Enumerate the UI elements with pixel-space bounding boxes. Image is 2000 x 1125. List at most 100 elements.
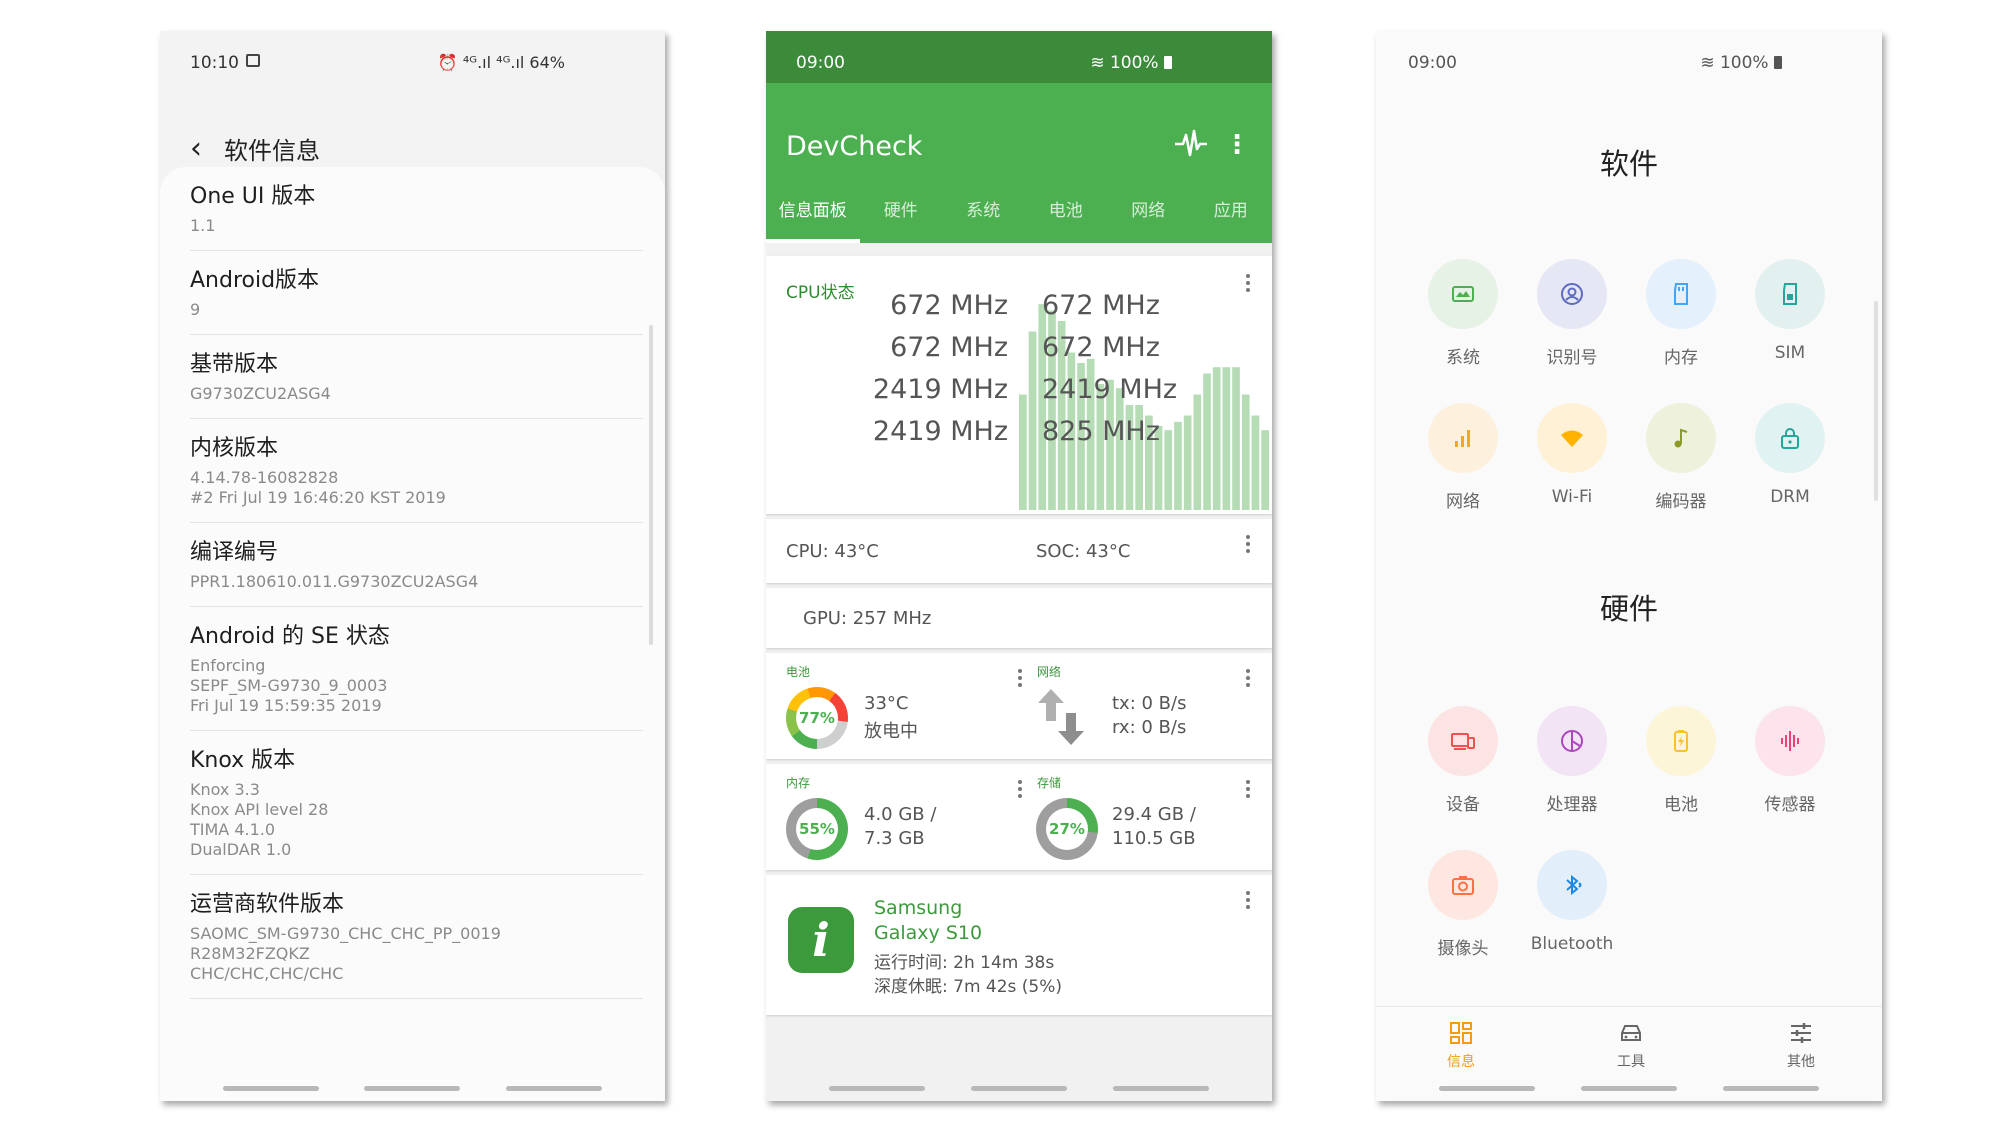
card-menu-icon[interactable] [1246, 780, 1250, 801]
category-system[interactable]: 系统 [1408, 259, 1518, 368]
tab-0[interactable]: 信息面板 [766, 181, 860, 243]
memory-storage-card: 内存 55% 4.0 GB / 7.3 GB 存储 27% 29.4 GB / … [766, 764, 1272, 870]
category-sim[interactable]: SIM [1735, 259, 1845, 363]
category-label: 网络 [1446, 492, 1480, 512]
network-tx: tx: 0 B/s [1112, 693, 1187, 714]
status-time: 09:00 [1408, 53, 1457, 73]
storage-total: 110.5 GB [1112, 828, 1196, 849]
category-bluetooth[interactable]: Bluetooth [1517, 850, 1627, 954]
scrollbar[interactable] [1874, 301, 1878, 501]
card-menu-icon[interactable] [1246, 274, 1250, 295]
cpu-core-freq: 2419 MHz [872, 416, 1008, 447]
network-label: 网络 [1037, 665, 1062, 679]
gesture-pill [222, 1086, 319, 1091]
info-item-title: 运营商软件版本 [190, 892, 345, 917]
category-network[interactable]: 网络 [1408, 403, 1518, 512]
phone-software-info: 10:10 ⏰ ⁴ᴳ.ıl ⁴ᴳ.ıl 64% ‹ 软件信息 One UI 版本… [160, 31, 665, 1101]
category-sensor[interactable]: 传感器 [1735, 706, 1845, 815]
system-icon [1428, 259, 1498, 329]
gesture-bar [1376, 1086, 1882, 1091]
bottom-nav-label: 工具 [1617, 1054, 1645, 1070]
category-processor[interactable]: 处理器 [1517, 706, 1627, 815]
battery-icon [1646, 706, 1716, 776]
memory-used: 4.0 GB / [864, 804, 937, 825]
back-arrow-icon[interactable]: ‹ [190, 133, 202, 163]
category-id[interactable]: 识别号 [1517, 259, 1627, 368]
device-card[interactable]: i Samsung Galaxy S10 运行时间: 2h 14m 38s 深度… [766, 875, 1272, 1015]
status-indicators: ⏰ ⁴ᴳ.ıl ⁴ᴳ.ıl 64% [437, 53, 565, 72]
sim-icon [1755, 259, 1825, 329]
cpu-bar [1183, 415, 1192, 510]
card-menu-icon[interactable] [1246, 891, 1250, 912]
info-list-card: One UI 版本 1.1 Android版本 9 基带版本 G9730ZCU2ASG4 内… [160, 167, 665, 1101]
app-bar: DevCheck ⋮ 信息面板 硬件 系统 电池 网络 应用 [766, 83, 1272, 243]
info-list-item[interactable]: 编译编号 PPR1.180610.011.G9730ZCU2ASG4 [190, 523, 643, 607]
cpu-bar [1203, 373, 1211, 510]
category-wifi[interactable]: Wi-Fi [1517, 403, 1627, 507]
software-section-title: 软件 [1599, 147, 1658, 181]
info-item-title: 基带版本 [190, 352, 279, 377]
cpu-bar [1232, 367, 1240, 510]
bottom-nav-dashboard[interactable]: 信息 [1421, 1019, 1501, 1071]
gesture-pill [971, 1086, 1067, 1091]
cpu-core-freq: 2419 MHz [1042, 374, 1178, 405]
info-list-item[interactable]: Knox 版本 Knox 3.3 Knox API level 28 TIMA 4… [190, 731, 643, 875]
tab-2[interactable]: 系统 [942, 181, 1025, 243]
card-menu-icon[interactable] [1018, 780, 1022, 801]
network-rx: rx: 0 B/s [1112, 717, 1187, 738]
info-list-item[interactable]: One UI 版本 1.1 [190, 167, 643, 251]
cpu-core-freq: 825 MHz [1042, 416, 1160, 447]
tab-4[interactable]: 网络 [1107, 181, 1190, 243]
status-bar: 10:10 ⏰ ⁴ᴳ.ıl ⁴ᴳ.ıl 64% [190, 53, 565, 73]
category-label: 内存 [1664, 348, 1698, 368]
tab-3[interactable]: 电池 [1025, 181, 1108, 243]
info-list-item[interactable]: Android版本 9 [190, 251, 643, 335]
temperature-card[interactable]: CPU: 43°C SOC: 43°C [766, 519, 1272, 583]
category-label: 设备 [1446, 795, 1480, 815]
category-battery[interactable]: 电池 [1626, 706, 1736, 815]
info-icon: i [788, 907, 854, 973]
category-device[interactable]: 设备 [1408, 706, 1518, 815]
gpu-frequency: GPU: 257 MHz [803, 608, 932, 629]
battery-percent: 100% [1719, 53, 1769, 73]
gallery-icon [246, 54, 260, 67]
sensor-icon [1755, 706, 1825, 776]
category-camera[interactable]: 摄像头 [1408, 850, 1518, 959]
device-brand: Samsung [874, 897, 963, 919]
bottom-nav-tools[interactable]: 工具 [1591, 1019, 1671, 1071]
battery-icon [1774, 56, 1782, 69]
phone-devcheck-categories: 09:00 ≋ 100% 软件 系统 识别号 内存 SIM 网络 Wi-Fi 编码器 DRM … [1376, 31, 1882, 1101]
category-lock[interactable]: DRM [1735, 403, 1845, 507]
cpu-status-card[interactable]: CPU状态 672 MHz 672 MHz 2419 MHz 2419 MHz 672… [766, 256, 1272, 514]
page-header: ‹ 软件信息 [190, 131, 320, 166]
tab-5[interactable]: 应用 [1190, 181, 1272, 243]
memory-ring[interactable]: 55% [786, 798, 848, 860]
cpu-core-freq: 2419 MHz [872, 374, 1008, 405]
card-menu-icon[interactable] [1246, 535, 1250, 556]
storage-ring[interactable]: 27% [1036, 798, 1098, 860]
cpu-bar [1019, 394, 1027, 510]
scrollbar[interactable] [649, 325, 653, 645]
battery-ring[interactable]: 77% [786, 687, 848, 749]
tab-1[interactable]: 硬件 [860, 181, 943, 243]
info-list: One UI 版本 1.1 Android版本 9 基带版本 G9730ZCU2ASG4 内… [190, 167, 643, 999]
category-codec[interactable]: 编码器 [1626, 403, 1736, 512]
info-list-item[interactable]: 运营商软件版本 SAOMC_SM-G9730_CHC_CHC_PP_0019 R2… [190, 875, 643, 999]
info-item-value: 9 [190, 300, 201, 319]
pulse-monitor-icon[interactable] [1174, 127, 1208, 161]
card-menu-icon[interactable] [1246, 669, 1250, 690]
battery-status: 放电中 [864, 721, 918, 742]
info-list-item[interactable]: 内核版本 4.14.78-16082828 #2 Fri Jul 19 16:46… [190, 419, 643, 523]
cpu-bar [1028, 331, 1037, 510]
cpu-core-freq: 672 MHz [1042, 332, 1160, 363]
card-menu-icon[interactable] [1018, 669, 1022, 690]
status-time: 10:10 [190, 53, 239, 73]
bottom-nav-settings-sliders[interactable]: 其他 [1761, 1019, 1841, 1071]
device-icon [1428, 706, 1498, 776]
info-list-item[interactable]: 基带版本 G9730ZCU2ASG4 [190, 335, 643, 419]
info-list-item[interactable]: Android 的 SE 状态 Enforcing SEPF_SM-G9730_9… [190, 607, 643, 731]
overflow-menu-icon[interactable]: ⋮ [1224, 131, 1250, 159]
category-label: 传感器 [1764, 795, 1816, 815]
category-memory[interactable]: 内存 [1626, 259, 1736, 368]
gpu-card[interactable]: GPU: 257 MHz [766, 588, 1272, 648]
